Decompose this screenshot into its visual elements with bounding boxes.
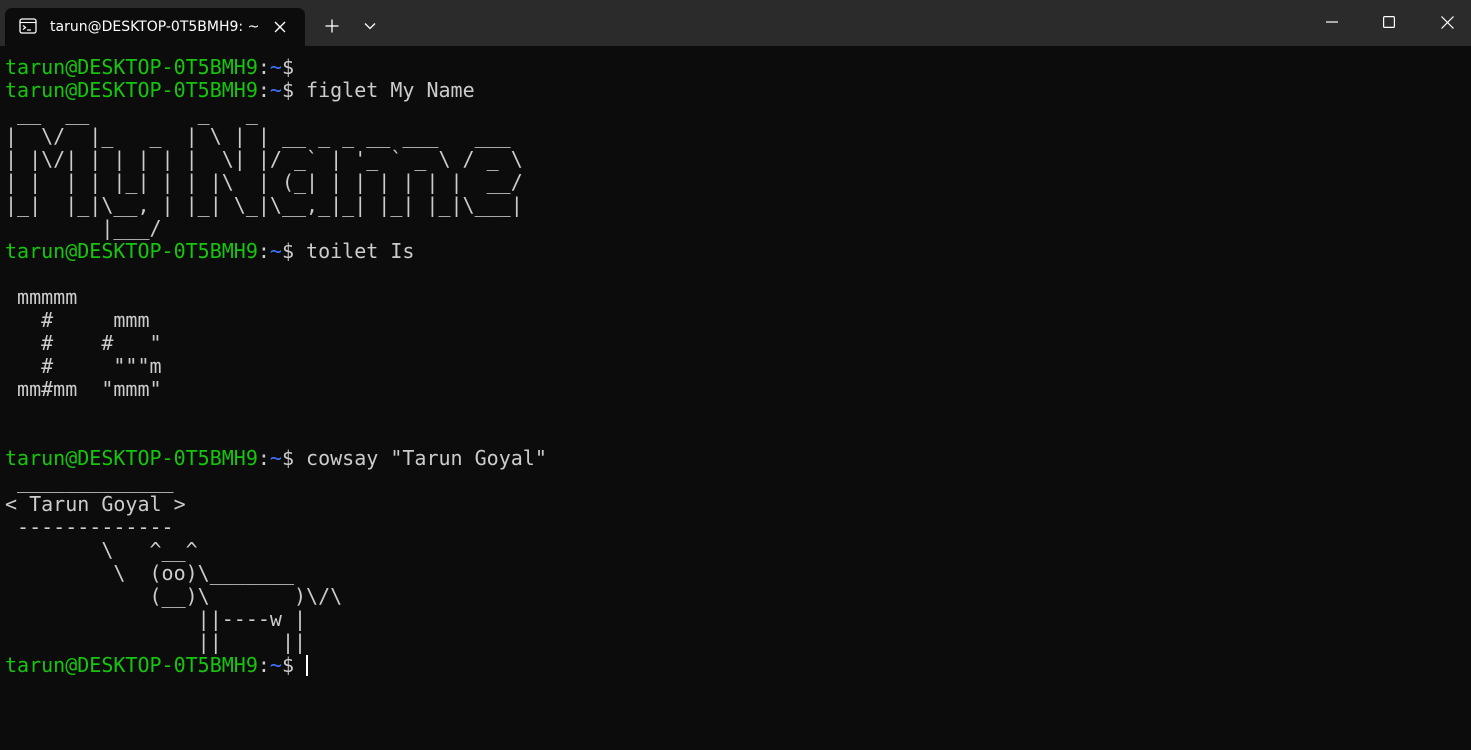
tab-terminal[interactable]: tarun@DESKTOP-0T5BMH9: ~ — [5, 8, 305, 46]
command-text: cowsay "Tarun Goyal" — [294, 446, 547, 470]
prompt-symbol: $ — [281, 653, 295, 677]
active-prompt-line[interactable]: tarun@DESKTOP-0T5BMH9:~$ — [5, 653, 309, 677]
tab-close-icon[interactable] — [269, 16, 291, 38]
text-cursor — [306, 655, 309, 676]
prompt-user-host: tarun@DESKTOP-0T5BMH9 — [5, 239, 258, 263]
command-line: tarun@DESKTOP-0T5BMH9:~$ cowsay "Tarun G… — [5, 447, 547, 470]
prompt-path: ~ — [269, 56, 282, 79]
prompt-path: ~ — [269, 446, 282, 470]
prompt-separator: : — [257, 78, 270, 102]
figlet-output-line: |___/ — [5, 216, 162, 240]
title-bar: tarun@DESKTOP-0T5BMH9: ~ — [0, 0, 1471, 46]
prompt-symbol: $ — [281, 56, 295, 79]
cowsay-output-line: _____________ — [5, 469, 174, 493]
prompt-user-host: tarun@DESKTOP-0T5BMH9 — [5, 56, 258, 79]
chevron-down-icon — [364, 23, 376, 30]
maximize-button[interactable] — [1360, 0, 1418, 44]
prompt-symbol: $ — [281, 239, 295, 263]
minimize-button[interactable] — [1303, 0, 1361, 44]
prompt-separator: : — [257, 446, 270, 470]
prompt-path: ~ — [269, 239, 282, 263]
prompt-path: ~ — [269, 78, 282, 102]
toilet-output-line: # mmm — [5, 308, 150, 332]
cowsay-output-line: < Tarun Goyal > — [5, 492, 186, 516]
close-button[interactable] — [1418, 0, 1471, 44]
new-tab-button[interactable] — [318, 12, 346, 40]
prompt-path: ~ — [269, 653, 282, 677]
maximize-icon — [1383, 16, 1395, 28]
tab-dropdown-button[interactable] — [356, 12, 384, 40]
close-icon — [1440, 15, 1454, 29]
prompt-user-host: tarun@DESKTOP-0T5BMH9 — [5, 78, 258, 102]
terminal-icon — [19, 17, 37, 35]
toilet-output-line: mm#mm "mmm" — [5, 377, 162, 401]
command-line: tarun@DESKTOP-0T5BMH9:~$ figlet My Name — [5, 79, 475, 102]
toilet-output-line: # # " — [5, 331, 162, 355]
prompt-separator: : — [257, 653, 270, 677]
terminal-window: tarun@DESKTOP-0T5BMH9: ~ tarun@DESKTOP-0… — [0, 0, 1471, 750]
figlet-output-line: __ __ _ _ — [5, 101, 258, 125]
prompt-symbol: $ — [281, 78, 295, 102]
cowsay-output-line: ||----w | — [5, 607, 307, 631]
cowsay-output-line: \ (oo)\_______ — [5, 561, 294, 585]
toilet-output-line: mmmmm — [5, 285, 78, 309]
prompt-line: tarun@DESKTOP-0T5BMH9:~$ — [5, 56, 294, 79]
prompt-separator: : — [257, 239, 270, 263]
cowsay-output-line: \ ^__^ — [5, 538, 198, 562]
prompt-user-host: tarun@DESKTOP-0T5BMH9 — [5, 653, 258, 677]
cowsay-output-line: ------------- — [5, 515, 174, 539]
command-text: figlet My Name — [294, 78, 475, 102]
cowsay-output-line: (__)\ )\/\ — [5, 584, 343, 608]
cowsay-output-line: || || — [5, 630, 307, 654]
figlet-output-line: |_| |_|\__, | |_| \_|\__,_|_| |_| |_|\__… — [5, 193, 523, 217]
prompt-user-host: tarun@DESKTOP-0T5BMH9 — [5, 446, 258, 470]
plus-icon — [325, 19, 339, 33]
toilet-output-line: # """m — [5, 354, 162, 378]
prompt-symbol: $ — [281, 446, 295, 470]
minimize-icon — [1326, 21, 1338, 23]
figlet-output-line: | |\/| | | | | | \| |/ _` | '_ ` _ \ / _… — [5, 147, 523, 171]
command-text: toilet Is — [294, 239, 415, 263]
tab-title: tarun@DESKTOP-0T5BMH9: ~ — [50, 19, 260, 35]
command-line: tarun@DESKTOP-0T5BMH9:~$ toilet Is — [5, 240, 414, 263]
terminal-output[interactable]: tarun@DESKTOP-0T5BMH9:~$ tarun@DESKTOP-0… — [5, 56, 1465, 746]
prompt-separator: : — [257, 56, 270, 79]
figlet-output-line: | | | | |_| | | |\ | (_| | | | | | | __/ — [5, 170, 523, 194]
figlet-output-line: | \/ |_ _ | \ | | __ _ _ __ ___ ___ — [5, 124, 511, 148]
